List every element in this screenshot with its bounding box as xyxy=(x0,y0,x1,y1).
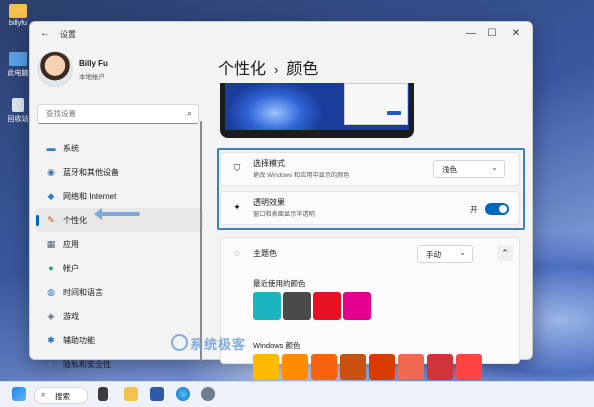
computer-icon xyxy=(9,52,27,66)
watermark: 系统极客 xyxy=(171,334,246,353)
desktop-icon-label: billyfu xyxy=(9,20,27,27)
sidebar-item-label: 辅助功能 xyxy=(63,336,95,345)
search-icon: ⌕ xyxy=(41,390,46,399)
sidebar-item[interactable]: ◈ 游戏 xyxy=(35,304,203,328)
sidebar-item-label: 网络和 Internet xyxy=(63,192,117,201)
apps-icon: ▦ xyxy=(46,239,56,249)
sidebar-item-label: 个性化 xyxy=(63,216,87,225)
globe-clock-icon: ◍ xyxy=(47,287,55,297)
page-title: 颜色 xyxy=(286,61,319,78)
edge-icon[interactable] xyxy=(176,387,190,401)
sidebar-scrollbar[interactable] xyxy=(200,121,202,361)
settings-gear-icon[interactable] xyxy=(201,387,215,401)
sidebar-item-label: 蓝牙和其他设备 xyxy=(63,168,119,177)
desktop-icon-label: 回收站 xyxy=(7,116,29,123)
folder-icon xyxy=(9,4,27,18)
chevron-down-icon: ⌄ xyxy=(459,248,466,257)
windows-color-swatch[interactable] xyxy=(311,354,337,380)
sidebar-item[interactable]: ◍ 时间和语言 xyxy=(35,280,203,304)
accent-dropdown-value: 手动 xyxy=(426,250,441,259)
breadcrumb-separator: › xyxy=(274,62,279,77)
store-icon[interactable] xyxy=(150,387,164,401)
brush-icon: ✎ xyxy=(47,215,55,225)
preview-dialog xyxy=(344,83,408,125)
palette-icon: ◌ xyxy=(234,248,240,258)
account-type: 本地帐户 xyxy=(79,74,105,81)
recent-color-swatch[interactable] xyxy=(343,292,371,320)
start-icon[interactable] xyxy=(12,387,26,401)
sidebar-item[interactable]: ▬ 系统 xyxy=(35,136,203,160)
task-view-icon[interactable] xyxy=(98,387,108,401)
sidebar: Billy Fu 本地帐户 ⌕ ▬ 系统 ◉ 蓝牙和其他设备 ◆ 网络和 Internet… xyxy=(29,21,209,369)
windows-color-swatch[interactable] xyxy=(456,354,482,380)
sidebar-item[interactable]: ◐ 隐私和安全性 xyxy=(35,352,203,376)
windows-color-swatch[interactable] xyxy=(398,354,424,380)
desktop-icon-recycle-bin[interactable]: 回收站 xyxy=(4,98,32,124)
sidebar-item-label: 系统 xyxy=(63,144,79,153)
search-box[interactable]: ⌕ xyxy=(37,104,199,124)
sidebar-item[interactable]: ◉ 蓝牙和其他设备 xyxy=(35,160,203,184)
chevron-up-icon: ⌃ xyxy=(501,248,509,258)
search-input[interactable] xyxy=(44,108,178,119)
annotation-arrow xyxy=(94,208,140,220)
wifi-icon: ◆ xyxy=(47,191,55,201)
sidebar-item[interactable]: ● 帐户 xyxy=(35,256,203,280)
sidebar-item-label: 帐户 xyxy=(63,264,79,273)
close-button[interactable]: ✕ xyxy=(506,26,526,42)
highlight-box xyxy=(217,148,525,230)
desktop-icon-label: 此电脑 xyxy=(7,70,29,77)
system-icon: ▬ xyxy=(46,143,56,153)
breadcrumb-parent[interactable]: 个性化 xyxy=(218,61,266,78)
user-name: Billy Fu xyxy=(79,59,108,68)
sidebar-item[interactable]: ◆ 网络和 Internet xyxy=(35,184,203,208)
gamepad-icon: ◈ xyxy=(47,311,55,321)
recent-color-swatch[interactable] xyxy=(253,292,281,320)
desktop-icon-this-pc[interactable]: 此电脑 xyxy=(4,52,32,78)
sidebar-item[interactable]: ▦ 应用 xyxy=(35,232,203,256)
accessibility-icon: ✱ xyxy=(47,335,55,345)
recent-colors-label: 最近使用的颜色 xyxy=(253,279,306,288)
active-indicator xyxy=(36,215,39,226)
windows-color-swatch[interactable] xyxy=(427,354,453,380)
recycle-bin-icon xyxy=(12,98,24,112)
windows-color-swatch[interactable] xyxy=(340,354,366,380)
breadcrumb: 个性化 › 颜色 xyxy=(218,55,318,79)
taskbar-search-label: 搜索 xyxy=(55,392,70,401)
windows-color-swatch[interactable] xyxy=(282,354,308,380)
watermark-text: 系统极客 xyxy=(190,337,247,352)
windows-colors-label: Windows 颜色 xyxy=(253,341,301,350)
sidebar-item-label: 隐私和安全性 xyxy=(63,360,111,369)
sidebar-item-label: 时间和语言 xyxy=(63,288,103,297)
desktop-icon-user-folder[interactable]: billyfu xyxy=(4,4,32,27)
sidebar-item-label: 应用 xyxy=(63,240,79,249)
taskbar-search[interactable]: ⌕ 搜索 xyxy=(34,387,88,404)
avatar xyxy=(37,51,73,87)
watermark-logo-icon xyxy=(171,334,188,351)
recent-color-swatch[interactable] xyxy=(313,292,341,320)
bluetooth-icon: ◉ xyxy=(47,167,55,177)
recent-color-swatch[interactable] xyxy=(283,292,311,320)
shield-icon: ◐ xyxy=(48,359,54,369)
windows-color-swatch[interactable] xyxy=(253,354,279,380)
accent-dropdown[interactable]: 手动 ⌄ xyxy=(417,245,473,263)
maximize-button[interactable]: ☐ xyxy=(482,26,502,42)
collapse-button[interactable]: ⌃ xyxy=(497,245,513,261)
taskbar: ⌕ 搜索 xyxy=(0,381,594,407)
accent-title: 主题色 xyxy=(253,249,277,258)
accent-card: ◌ 主题色 手动 ⌄ ⌃ 最近使用的颜色 Windows 颜色 xyxy=(220,237,520,380)
theme-preview xyxy=(220,83,414,138)
minimize-button[interactable]: — xyxy=(461,26,481,42)
person-icon: ● xyxy=(48,263,54,273)
windows-color-swatch[interactable] xyxy=(369,354,395,380)
search-icon: ⌕ xyxy=(186,108,192,118)
sidebar-item-label: 游戏 xyxy=(63,312,79,321)
file-explorer-icon[interactable] xyxy=(124,387,138,401)
